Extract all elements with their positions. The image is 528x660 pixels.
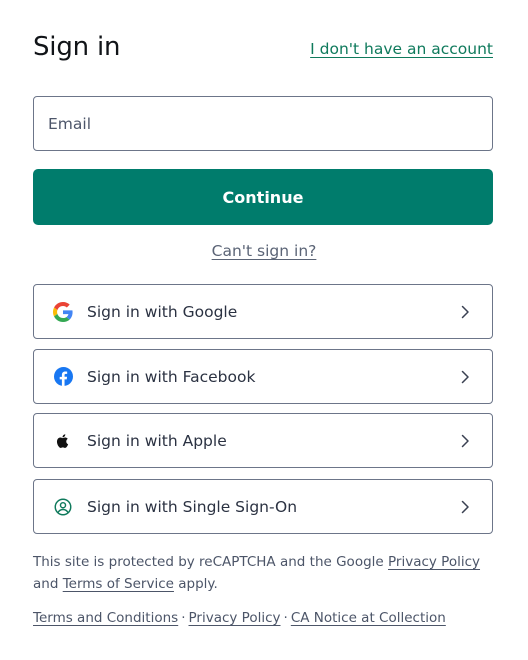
- footer-separator: ·: [283, 610, 288, 626]
- chevron-right-icon: [461, 434, 469, 447]
- terms-and-conditions-link[interactable]: Terms and Conditions: [33, 610, 178, 626]
- header: Sign in I don't have an account: [33, 30, 493, 70]
- chevron-right-icon: [461, 500, 469, 513]
- sign-in-facebook-button[interactable]: Sign in with Facebook: [33, 349, 493, 404]
- sign-in-apple-button[interactable]: Sign in with Apple: [33, 413, 493, 468]
- recaptcha-suffix: apply.: [173, 576, 218, 592]
- sign-in-google-label: Sign in with Google: [87, 302, 238, 321]
- sign-in-google-button[interactable]: Sign in with Google: [33, 284, 493, 339]
- email-field[interactable]: [33, 96, 493, 151]
- footer-links: Terms and Conditions · Privacy Policy · CA N…: [33, 607, 446, 629]
- cant-sign-in-row: Can't sign in?: [0, 241, 528, 260]
- google-icon: [53, 301, 73, 322]
- footer-separator: ·: [181, 610, 186, 626]
- sign-in-apple-label: Sign in with Apple: [87, 431, 227, 450]
- chevron-right-icon: [461, 370, 469, 383]
- recaptcha-prefix: This site is protected by reCAPTCHA and …: [33, 554, 388, 570]
- sso-user-icon: [53, 497, 73, 517]
- no-account-link[interactable]: I don't have an account: [310, 40, 493, 58]
- recaptcha-middle: and: [33, 576, 63, 592]
- cant-sign-in-link[interactable]: Can't sign in?: [212, 242, 317, 260]
- facebook-icon: [53, 367, 73, 387]
- ca-notice-link[interactable]: CA Notice at Collection: [291, 610, 446, 626]
- recaptcha-notice: This site is protected by reCAPTCHA and …: [33, 551, 493, 595]
- apple-icon: [53, 431, 73, 451]
- email-input[interactable]: [34, 97, 492, 150]
- sign-in-sso-button[interactable]: Sign in with Single Sign-On: [33, 479, 493, 534]
- continue-button[interactable]: Continue: [33, 169, 493, 225]
- sign-in-sso-label: Sign in with Single Sign-On: [87, 497, 298, 516]
- chevron-right-icon: [461, 305, 469, 318]
- google-terms-of-service-link[interactable]: Terms of Service: [63, 576, 174, 592]
- google-privacy-policy-link[interactable]: Privacy Policy: [388, 554, 480, 570]
- privacy-policy-link[interactable]: Privacy Policy: [189, 610, 281, 626]
- sign-in-facebook-label: Sign in with Facebook: [87, 367, 256, 386]
- page-title: Sign in: [33, 32, 121, 62]
